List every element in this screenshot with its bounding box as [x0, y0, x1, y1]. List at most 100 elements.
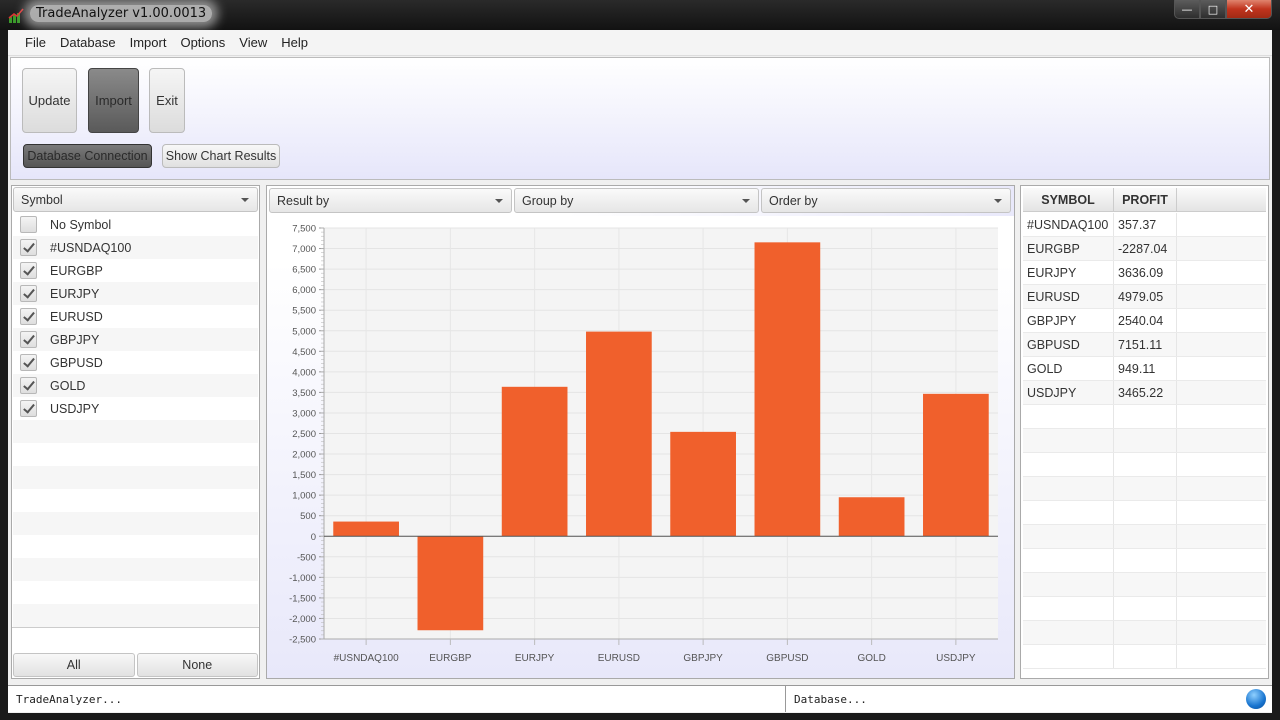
table-row — [1023, 405, 1266, 429]
symbol-combo-label: Symbol — [21, 192, 63, 207]
table-row[interactable]: GOLD 949.11 — [1023, 357, 1266, 381]
table-row[interactable]: #USNDAQ100 357.37 — [1023, 213, 1266, 237]
exit-button[interactable]: Exit — [149, 68, 185, 133]
symbol-label: GOLD — [50, 378, 86, 393]
cell-profit: 7151.11 — [1114, 333, 1177, 356]
table-row[interactable]: GBPUSD 7151.11 — [1023, 333, 1266, 357]
table-row — [1023, 621, 1266, 645]
menu-help[interactable]: Help — [274, 35, 315, 50]
symbol-checkbox[interactable] — [20, 331, 37, 348]
symbol-checkbox[interactable] — [20, 285, 37, 302]
cell-symbol: EURGBP — [1023, 237, 1114, 260]
show-chart-results-button[interactable]: Show Chart Results — [162, 144, 280, 168]
column-header-profit[interactable]: PROFIT — [1114, 188, 1177, 211]
y-tick-label: 1,000 — [292, 491, 316, 502]
cell-empty — [1177, 237, 1266, 260]
y-tick-label: 5,500 — [292, 306, 316, 317]
maximize-button[interactable]: □ — [1200, 0, 1226, 19]
order-by-label: Order by — [769, 193, 818, 208]
cell-empty — [1177, 645, 1266, 668]
menu-file[interactable]: File — [18, 35, 53, 50]
menu-import[interactable]: Import — [123, 35, 174, 50]
menu-view[interactable]: View — [232, 35, 274, 50]
table-row[interactable]: EURUSD 4979.05 — [1023, 285, 1266, 309]
table-row[interactable]: EURJPY 3636.09 — [1023, 261, 1266, 285]
cell-symbol: GBPUSD — [1023, 333, 1114, 356]
select-all-button[interactable]: All — [13, 653, 135, 677]
bar-eurgbp — [417, 536, 484, 631]
database-connection-button[interactable]: Database Connection — [23, 144, 152, 168]
bar-eurjpy — [501, 386, 568, 537]
column-header-symbol[interactable]: SYMBOL — [1023, 188, 1114, 211]
y-tick-label: 4,000 — [292, 367, 316, 378]
symbol-checkbox[interactable] — [20, 262, 37, 279]
column-header-empty — [1177, 188, 1266, 211]
symbol-list-item — [13, 443, 258, 466]
symbol-list-item[interactable]: GOLD — [13, 374, 258, 397]
symbol-list-item[interactable]: USDJPY — [13, 397, 258, 420]
symbol-label: USDJPY — [50, 401, 100, 416]
result-by-combo[interactable]: Result by — [269, 188, 512, 213]
x-tick-label: GBPJPY — [683, 653, 723, 664]
table-row — [1023, 429, 1266, 453]
cell-profit: 2540.04 — [1114, 309, 1177, 332]
y-tick-label: -2,000 — [289, 614, 316, 625]
cell-empty — [1177, 525, 1266, 548]
table-row[interactable]: GBPJPY 2540.04 — [1023, 309, 1266, 333]
minimize-button[interactable]: — — [1174, 0, 1200, 19]
symbol-combo[interactable]: Symbol — [13, 187, 258, 212]
symbol-list-item — [13, 558, 258, 581]
symbol-checkbox[interactable] — [20, 308, 37, 325]
symbol-list-item[interactable]: No Symbol — [13, 213, 258, 236]
symbol-label: EURGBP — [50, 263, 103, 278]
table-row — [1023, 549, 1266, 573]
symbol-checkbox[interactable] — [20, 239, 37, 256]
cell-symbol — [1023, 549, 1114, 572]
cell-symbol — [1023, 621, 1114, 644]
table-row — [1023, 597, 1266, 621]
table-row[interactable]: USDJPY 3465.22 — [1023, 381, 1266, 405]
symbol-checkbox[interactable] — [20, 377, 37, 394]
symbol-checkbox[interactable] — [20, 400, 37, 417]
cell-profit — [1114, 549, 1177, 572]
result-by-label: Result by — [277, 193, 330, 208]
results-table-panel: SYMBOL PROFIT #USNDAQ100 357.37 EURGBP -228… — [1020, 185, 1269, 679]
order-by-combo[interactable]: Order by — [761, 188, 1011, 213]
symbol-list-item[interactable]: EURJPY — [13, 282, 258, 305]
cell-symbol: EURUSD — [1023, 285, 1114, 308]
cell-profit — [1114, 573, 1177, 596]
cell-symbol — [1023, 477, 1114, 500]
symbol-list-item[interactable]: EURGBP — [13, 259, 258, 282]
close-button[interactable]: ✕ — [1226, 0, 1272, 19]
bar-gbpjpy — [670, 431, 736, 537]
group-by-combo[interactable]: Group by — [514, 188, 759, 213]
cell-empty — [1177, 285, 1266, 308]
menu-database[interactable]: Database — [53, 35, 123, 50]
menu-bar: File Database Import Options View Help — [8, 30, 1272, 56]
app-window: File Database Import Options View Help U… — [8, 30, 1272, 713]
symbol-list-item[interactable]: EURUSD — [13, 305, 258, 328]
update-button[interactable]: Update — [22, 68, 77, 133]
cell-empty — [1177, 597, 1266, 620]
cell-empty — [1177, 333, 1266, 356]
table-row — [1023, 525, 1266, 549]
symbol-filter-field — [12, 627, 259, 651]
import-button[interactable]: Import — [88, 68, 139, 133]
cell-empty — [1177, 357, 1266, 380]
symbol-list-item[interactable]: GBPUSD — [13, 351, 258, 374]
table-row[interactable]: EURGBP -2287.04 — [1023, 237, 1266, 261]
cell-profit: 4979.05 — [1114, 285, 1177, 308]
maximize-icon: □ — [1207, 2, 1219, 16]
select-none-button[interactable]: None — [136, 653, 258, 677]
cell-profit — [1114, 405, 1177, 428]
symbol-list-item[interactable]: GBPJPY — [13, 328, 258, 351]
symbol-checkbox[interactable] — [20, 216, 37, 233]
menu-options[interactable]: Options — [173, 35, 232, 50]
symbol-checkbox[interactable] — [20, 354, 37, 371]
symbol-list-item[interactable]: #USNDAQ100 — [13, 236, 258, 259]
cell-symbol — [1023, 453, 1114, 476]
cell-symbol — [1023, 429, 1114, 452]
cell-symbol: USDJPY — [1023, 381, 1114, 404]
cell-profit — [1114, 477, 1177, 500]
cell-empty — [1177, 621, 1266, 644]
